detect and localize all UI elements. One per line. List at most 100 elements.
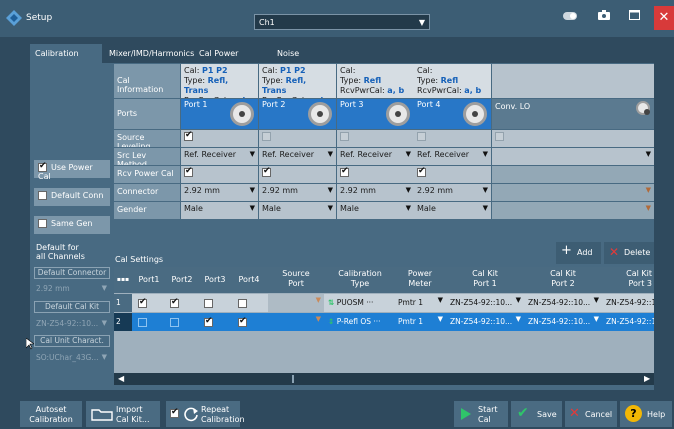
- maximize-icon[interactable]: [624, 8, 644, 28]
- autoset-calibration-button[interactable]: Autoset Calibration: [20, 401, 82, 427]
- cell-calkit-port1[interactable]: ZN-Z54-92::10... ▼: [448, 294, 524, 312]
- gender-select-port1[interactable]: Male ▼: [181, 202, 258, 219]
- conv-lo-source-leveling[interactable]: [492, 130, 654, 147]
- close-icon[interactable]: ✕: [654, 6, 674, 30]
- cell-power-meter[interactable]: Pmtr 1 ▼: [396, 294, 446, 312]
- checkbox[interactable]: [204, 316, 213, 327]
- cell-source-port[interactable]: ▼: [268, 313, 324, 331]
- cell-source-port[interactable]: ▼: [268, 294, 324, 312]
- connector-select-port2[interactable]: 2.92 mm ▼: [259, 184, 336, 201]
- port-4-header[interactable]: Port 4: [414, 99, 491, 129]
- source-leveling-port1[interactable]: [181, 130, 258, 147]
- cell-port3[interactable]: [202, 313, 232, 331]
- method-select-port2[interactable]: Ref. Receiver ▼: [259, 148, 336, 165]
- cell-calibration-type[interactable]: ⇅ PUOSM ···: [326, 294, 394, 312]
- add-button[interactable]: + Add: [556, 242, 601, 264]
- checkbox[interactable]: [340, 166, 349, 177]
- checkbox[interactable]: [138, 297, 147, 308]
- cell-port1[interactable]: [136, 294, 166, 312]
- table-row[interactable]: 1▼⇅ PUOSM ···Pmtr 1▼ZN-Z54-92::10...▼ZN-…: [114, 294, 654, 312]
- horizontal-scrollbar[interactable]: ◀ ▶: [114, 373, 654, 385]
- connector-select-port4[interactable]: 2.92 mm ▼: [414, 184, 491, 201]
- port-3-header[interactable]: Port 3: [337, 99, 414, 129]
- method-select-port1[interactable]: Ref. Receiver ▼: [181, 148, 258, 165]
- scrollbar-thumb[interactable]: [292, 375, 294, 383]
- delete-button[interactable]: ✕ Delete: [604, 242, 654, 264]
- checkbox[interactable]: [204, 298, 213, 308]
- cell-power-meter[interactable]: Pmtr 1 ▼: [396, 313, 446, 331]
- more-icon[interactable]: ···: [373, 317, 380, 326]
- repeat-calibration-button[interactable]: Repeat Calibration: [166, 401, 245, 427]
- checkbox[interactable]: [417, 132, 426, 141]
- camera-icon[interactable]: [594, 8, 614, 28]
- checkbox[interactable]: [238, 298, 247, 308]
- cell-calkit-port1[interactable]: ZN-Z54-92::10... ▼: [448, 313, 524, 331]
- gender-select-port4[interactable]: Male ▼: [414, 202, 491, 219]
- default-calkit-select[interactable]: ZN-Z54-92::10... ▼: [34, 317, 110, 331]
- import-cal-kit-button[interactable]: Import Cal Kit...: [86, 401, 160, 427]
- source-leveling-port4[interactable]: [414, 130, 491, 147]
- channel-select[interactable]: Ch1 ▼: [254, 14, 430, 30]
- checkbox[interactable]: [417, 166, 426, 177]
- cal-unit-select[interactable]: SO:UChar_43G... ▼: [34, 351, 110, 365]
- save-button[interactable]: ✔ Save: [511, 401, 562, 427]
- checkbox[interactable]: [38, 191, 47, 200]
- cell-port4[interactable]: [236, 294, 266, 312]
- cell-port2[interactable]: [168, 313, 198, 331]
- default-connector-select[interactable]: 2.92 mm ▼: [34, 282, 110, 296]
- rcv-power-cal-port2[interactable]: [259, 166, 336, 183]
- conv-lo-method[interactable]: ▼: [492, 148, 654, 165]
- default-conn-toggle[interactable]: Default Conn: [34, 188, 110, 206]
- toggle-icon[interactable]: [560, 8, 580, 28]
- method-select-port3[interactable]: Ref. Receiver ▼: [337, 148, 414, 165]
- checkbox[interactable]: [138, 317, 147, 327]
- method-select-port4[interactable]: Ref. Receiver ▼: [414, 148, 491, 165]
- port-2-header[interactable]: Port 2: [259, 99, 336, 129]
- table-row[interactable]: 2▼↕ P-Refl OS ···Pmtr 1▼ZN-Z54-92::10...…: [114, 313, 654, 331]
- more-icon[interactable]: ···: [366, 298, 373, 307]
- tab-calibration-type[interactable]: Calibration Type: [30, 44, 102, 77]
- cal-unit-charact-button[interactable]: Cal Unit Charact.: [34, 335, 110, 347]
- rcv-power-cal-port3[interactable]: [337, 166, 414, 183]
- cell-calkit-port2[interactable]: ZN-Z54-92::10... ▼: [526, 313, 602, 331]
- scroll-left-icon[interactable]: ◀: [118, 374, 124, 383]
- connector-select-port1[interactable]: 2.92 mm ▼: [181, 184, 258, 201]
- checkbox[interactable]: [170, 407, 179, 418]
- checkbox[interactable]: [170, 297, 179, 308]
- help-button[interactable]: ? Help: [620, 401, 672, 427]
- scroll-right-icon[interactable]: ▶: [644, 374, 650, 383]
- checkbox[interactable]: [38, 161, 47, 172]
- checkbox[interactable]: [184, 130, 193, 141]
- source-leveling-port2[interactable]: [259, 130, 336, 147]
- checkbox[interactable]: [184, 166, 193, 177]
- source-leveling-port3[interactable]: [337, 130, 414, 147]
- cancel-button[interactable]: ✕ Cancel: [565, 401, 617, 427]
- gender-select-port3[interactable]: Male ▼: [337, 202, 414, 219]
- cell-port2[interactable]: [168, 294, 198, 312]
- cell-calkit-port3[interactable]: ZN-Z54-92::10: [604, 313, 654, 331]
- start-cal-button[interactable]: Start Cal: [454, 401, 508, 427]
- port-1-header[interactable]: Port 1: [181, 99, 258, 129]
- same-gen-toggle[interactable]: Same Gen: [34, 216, 110, 234]
- use-power-cal-toggle[interactable]: Use Power Cal: [34, 160, 110, 181]
- default-calkit-button[interactable]: Default Cal Kit: [34, 301, 110, 313]
- checkbox[interactable]: [495, 132, 504, 141]
- cell-port3[interactable]: [202, 294, 232, 312]
- checkbox[interactable]: [170, 317, 179, 327]
- rcv-power-cal-port4[interactable]: [414, 166, 491, 183]
- default-connector-button[interactable]: Default Connector: [34, 267, 110, 279]
- tab-cal-power-setting[interactable]: Cal Power Setting: [194, 44, 270, 77]
- cell-calkit-port2[interactable]: ZN-Z54-92::10... ▼: [526, 294, 602, 312]
- connector-select-port3[interactable]: 2.92 mm ▼: [337, 184, 414, 201]
- gender-select-port2[interactable]: Male ▼: [259, 202, 336, 219]
- tab-noise-figure[interactable]: Noise Figure: [272, 44, 326, 77]
- cell-calkit-port3[interactable]: ZN-Z54-92::10: [604, 294, 654, 312]
- checkbox[interactable]: [262, 166, 271, 177]
- tab-mixer[interactable]: Mixer/IMD/Harmonics: [104, 44, 194, 63]
- checkbox[interactable]: [38, 219, 47, 228]
- cell-port4[interactable]: [236, 313, 266, 331]
- checkbox[interactable]: [238, 316, 247, 327]
- checkbox[interactable]: [340, 132, 349, 141]
- cell-port1[interactable]: [136, 313, 166, 331]
- cell-calibration-type[interactable]: ↕ P-Refl OS ···: [326, 313, 394, 331]
